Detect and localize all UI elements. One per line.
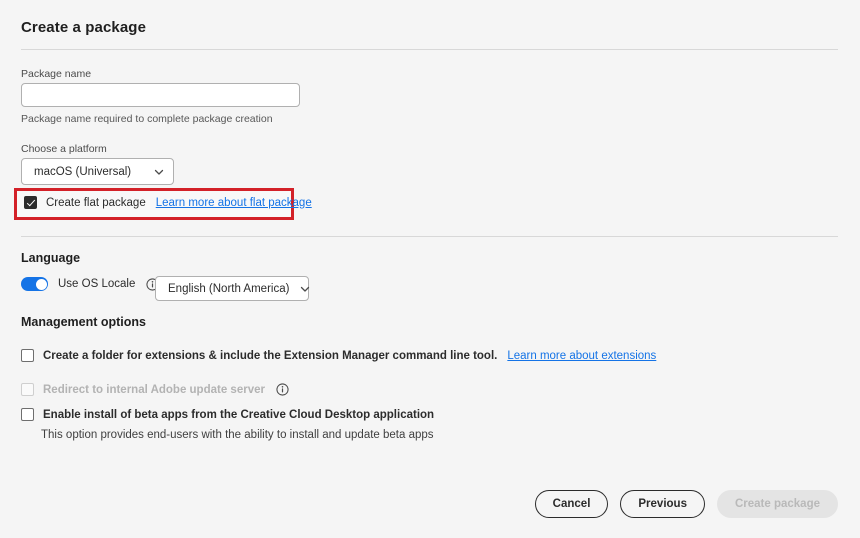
beta-apps-option-row[interactable]: Enable install of beta apps from the Cre… — [21, 408, 434, 421]
chevron-down-icon — [153, 166, 165, 178]
cancel-button[interactable]: Cancel — [534, 490, 609, 518]
platform-label: Choose a platform — [21, 143, 107, 155]
management-section-title: Management options — [21, 315, 147, 329]
use-os-locale-label: Use OS Locale — [58, 278, 136, 290]
footer-buttons: Cancel Previous Create package — [534, 490, 838, 518]
platform-selected-value: macOS (Universal) — [34, 165, 132, 178]
beta-apps-description: This option provides end-users with the … — [41, 429, 434, 441]
divider-top — [21, 49, 838, 50]
language-select[interactable]: English (North America) — [155, 276, 311, 301]
extensions-checkbox[interactable] — [21, 349, 34, 362]
flat-package-checkbox[interactable] — [24, 196, 37, 209]
info-icon[interactable] — [276, 383, 289, 396]
platform-select[interactable]: macOS (Universal) — [21, 158, 174, 185]
extensions-learn-more-link[interactable]: Learn more about extensions — [507, 350, 656, 362]
use-os-locale-toggle[interactable] — [21, 277, 48, 291]
flat-package-learn-more-link[interactable]: Learn more about flat package — [156, 197, 312, 209]
flat-package-label: Create flat package — [46, 196, 146, 209]
toggle-knob — [35, 278, 47, 290]
language-section-title: Language — [21, 251, 81, 265]
page-title: Create a package — [21, 19, 147, 36]
extensions-label: Create a folder for extensions & include… — [43, 349, 498, 362]
create-package-button: Create package — [716, 490, 838, 518]
redirect-checkbox — [21, 383, 34, 396]
chevron-down-icon — [299, 283, 311, 295]
previous-button[interactable]: Previous — [620, 490, 705, 518]
beta-apps-checkbox[interactable] — [21, 408, 34, 421]
language-selected-value: English (North America) — [168, 282, 290, 295]
flat-package-row[interactable]: Create flat package Learn more about fla… — [24, 196, 312, 209]
package-name-helper: Package name required to complete packag… — [21, 113, 273, 125]
beta-apps-label: Enable install of beta apps from the Cre… — [43, 408, 435, 421]
redirect-label: Redirect to internal Adobe update server — [43, 383, 265, 396]
redirect-option-row: Redirect to internal Adobe update server — [21, 383, 289, 396]
use-os-locale-row[interactable]: Use OS Locale — [21, 277, 159, 291]
package-name-input[interactable] — [21, 83, 300, 107]
package-name-label: Package name — [21, 68, 92, 80]
divider-middle — [21, 236, 838, 237]
extensions-option-row[interactable]: Create a folder for extensions & include… — [21, 349, 656, 362]
